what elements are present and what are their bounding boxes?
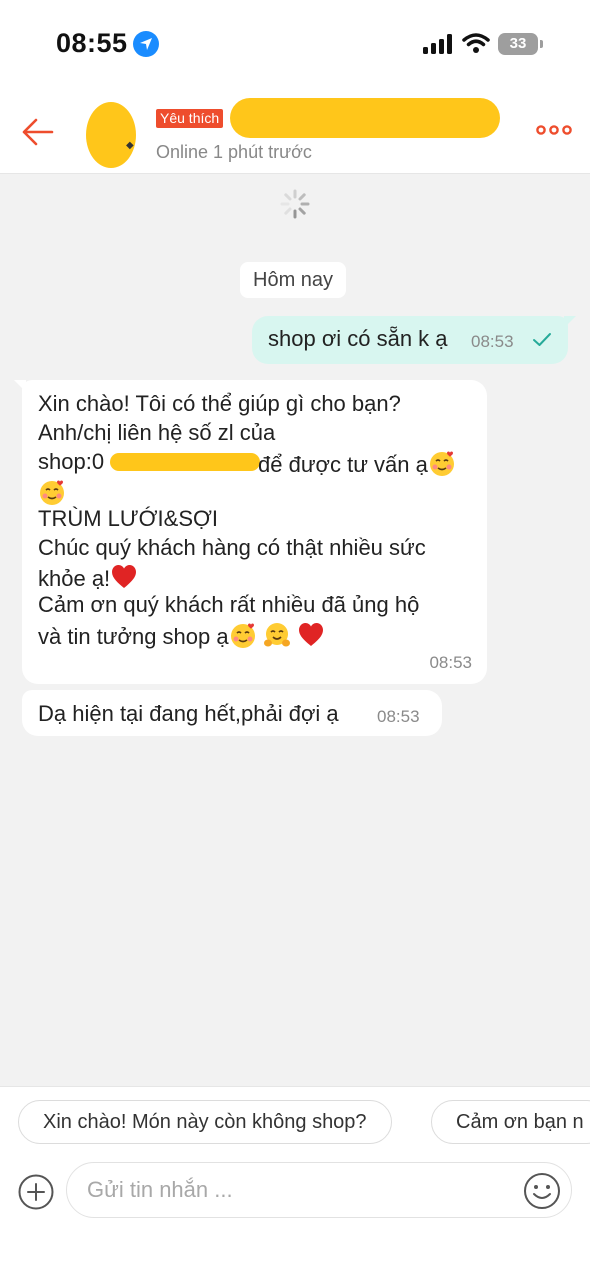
red-heart-emoji <box>110 563 138 591</box>
incoming-message[interactable]: Dạ hiện tại đang hết,phải đợi ạ 08:53 <box>22 690 442 736</box>
composer-area: Xin chào! Món này còn không shop? Cảm ơn… <box>0 1086 590 1280</box>
message-line: Anh/chị liên hệ số zl của <box>38 420 276 445</box>
red-heart-emoji <box>297 621 325 649</box>
status-time: 08:55 <box>56 28 128 58</box>
message-line-text: khỏe ạ! <box>38 566 111 591</box>
smiling-hearts-emoji <box>428 449 456 477</box>
outgoing-message[interactable]: shop ơi có sẵn k ạ 08:53 <box>252 316 576 364</box>
smiling-hearts-emoji <box>38 478 66 506</box>
message-line <box>38 478 66 507</box>
status-bar: 08:55 33 <box>0 0 590 90</box>
message-line: Xin chào! Tôi có thể giúp gì cho bạn? <box>38 391 401 416</box>
incoming-message[interactable]: Xin chào! Tôi có thể giúp gì cho bạn? An… <box>14 380 487 684</box>
shop-name-redacted[interactable] <box>230 98 500 138</box>
message-line: và tin tưởng shop ạ <box>38 621 325 650</box>
message-line: khỏe ạ! <box>38 563 138 592</box>
message-line: Cảm ơn quý khách rất nhiều đã ủng hộ <box>38 592 420 617</box>
favorite-badge: Yêu thích <box>156 109 224 128</box>
message-text: Dạ hiện tại đang hết,phải đợi ạ <box>38 701 339 726</box>
date-separator: Hôm nay <box>240 262 347 298</box>
message-text: shop ơi có sẵn k ạ <box>268 326 448 351</box>
message-input[interactable] <box>66 1162 572 1218</box>
plus-icon[interactable] <box>18 1174 54 1210</box>
quick-reply-chip[interactable]: Xin chào! Món này còn không shop? <box>18 1100 392 1144</box>
message-line-text: và tin tưởng shop ạ <box>38 624 229 649</box>
message-time: 08:53 <box>377 707 420 726</box>
back-arrow-icon[interactable] <box>18 112 58 152</box>
quick-reply-chip[interactable]: Cảm ơn bạn n <box>431 1100 590 1144</box>
input-row <box>0 1162 590 1222</box>
message-time: 08:53 <box>471 332 514 351</box>
battery-icon: 33 <box>498 33 538 55</box>
wifi-icon <box>462 33 490 53</box>
message-line: để được tư vấn ạ <box>258 449 456 478</box>
phone-number-redacted <box>110 453 260 471</box>
message-line-suffix: để được tư vấn ạ <box>258 452 428 477</box>
message-line: TRÙM LƯỚI&SỢI <box>38 506 218 531</box>
avatar-badge: ◆ <box>126 140 134 151</box>
smiley-icon[interactable] <box>523 1172 561 1210</box>
location-arrow-icon <box>133 31 159 57</box>
message-line: Chúc quý khách hàng có thật nhiều sức <box>38 535 426 560</box>
online-status: Online 1 phút trước <box>156 142 312 162</box>
signal-icon <box>423 34 452 54</box>
message-time: 08:53 <box>429 653 472 672</box>
hugging-face-emoji <box>263 621 291 649</box>
loading-spinner-icon <box>280 189 310 219</box>
battery-tip <box>540 40 543 48</box>
more-icon[interactable] <box>536 122 572 138</box>
read-check-icon <box>533 333 551 346</box>
message-line: shop:0 <box>38 449 105 474</box>
chat-header: ◆ Yêu thích Online 1 phút trước <box>0 90 590 174</box>
avatar[interactable] <box>86 102 136 168</box>
smiling-hearts-emoji <box>229 621 257 649</box>
